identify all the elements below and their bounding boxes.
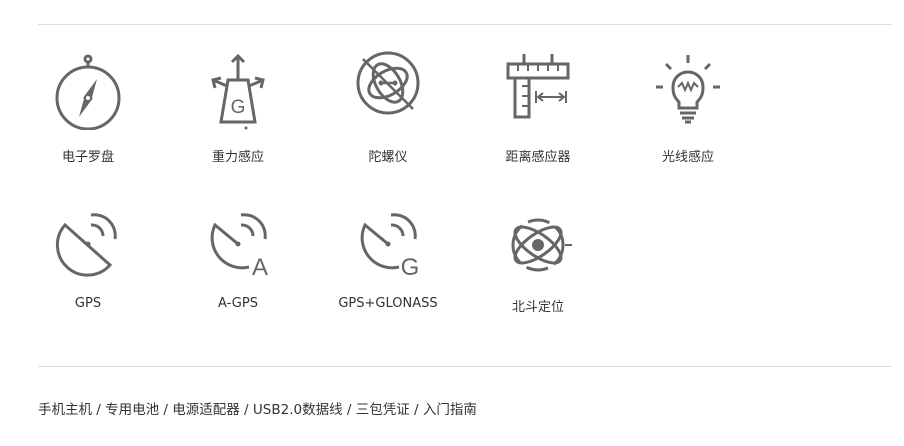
sensor-gyroscope: 陀螺仪 [338,50,438,170]
sensor-light: 光线感应 [638,50,738,170]
sensor-grid: 电子罗盘 G 重力感应 陀螺仪 距离感应器 光线感应 GPS A A-GPS G… [38,50,892,340]
dish-letter-g: G [401,254,420,280]
proximity-sensor-icon [503,50,573,130]
top-divider [38,24,892,25]
dish-letter-a: A [252,254,268,280]
package-contents: 手机主机 / 专用电池 / 电源适配器 / USB2.0数据线 / 三包凭证 /… [38,402,477,418]
glonass-icon: G [353,200,423,280]
sensor-glonass: G GPS+GLONASS [338,200,438,320]
sensor-label: GPS [74,296,102,311]
sensor-gravity: G 重力感应 [188,50,288,170]
sensor-label: GPS+GLONASS [338,296,438,311]
gravity-icon: G [203,50,273,130]
sensor-label: 电子罗盘 [61,150,114,165]
compass-icon [53,50,123,130]
sensor-gps: GPS [38,200,138,320]
sensor-label: A-GPS [218,296,258,311]
sensor-a-gps: A A-GPS [188,200,288,320]
gyroscope-icon [353,50,423,130]
sensor-label: 陀螺仪 [368,150,408,165]
sensor-label: 重力感应 [211,150,264,165]
a-gps-icon: A [203,200,273,280]
sensor-label: 北斗定位 [511,300,564,315]
sensor-label: 光线感应 [661,150,714,165]
sensor-compass: 电子罗盘 [38,50,138,170]
sensor-proximity: 距离感应器 [488,50,588,170]
sensor-beidou: 北斗定位 [488,200,588,320]
sensor-label: 距离感应器 [505,150,571,165]
light-sensor-icon [653,50,723,130]
beidou-icon [503,200,573,280]
gravity-letter: G [231,97,246,118]
bottom-divider [38,366,892,367]
gps-icon [53,200,123,280]
